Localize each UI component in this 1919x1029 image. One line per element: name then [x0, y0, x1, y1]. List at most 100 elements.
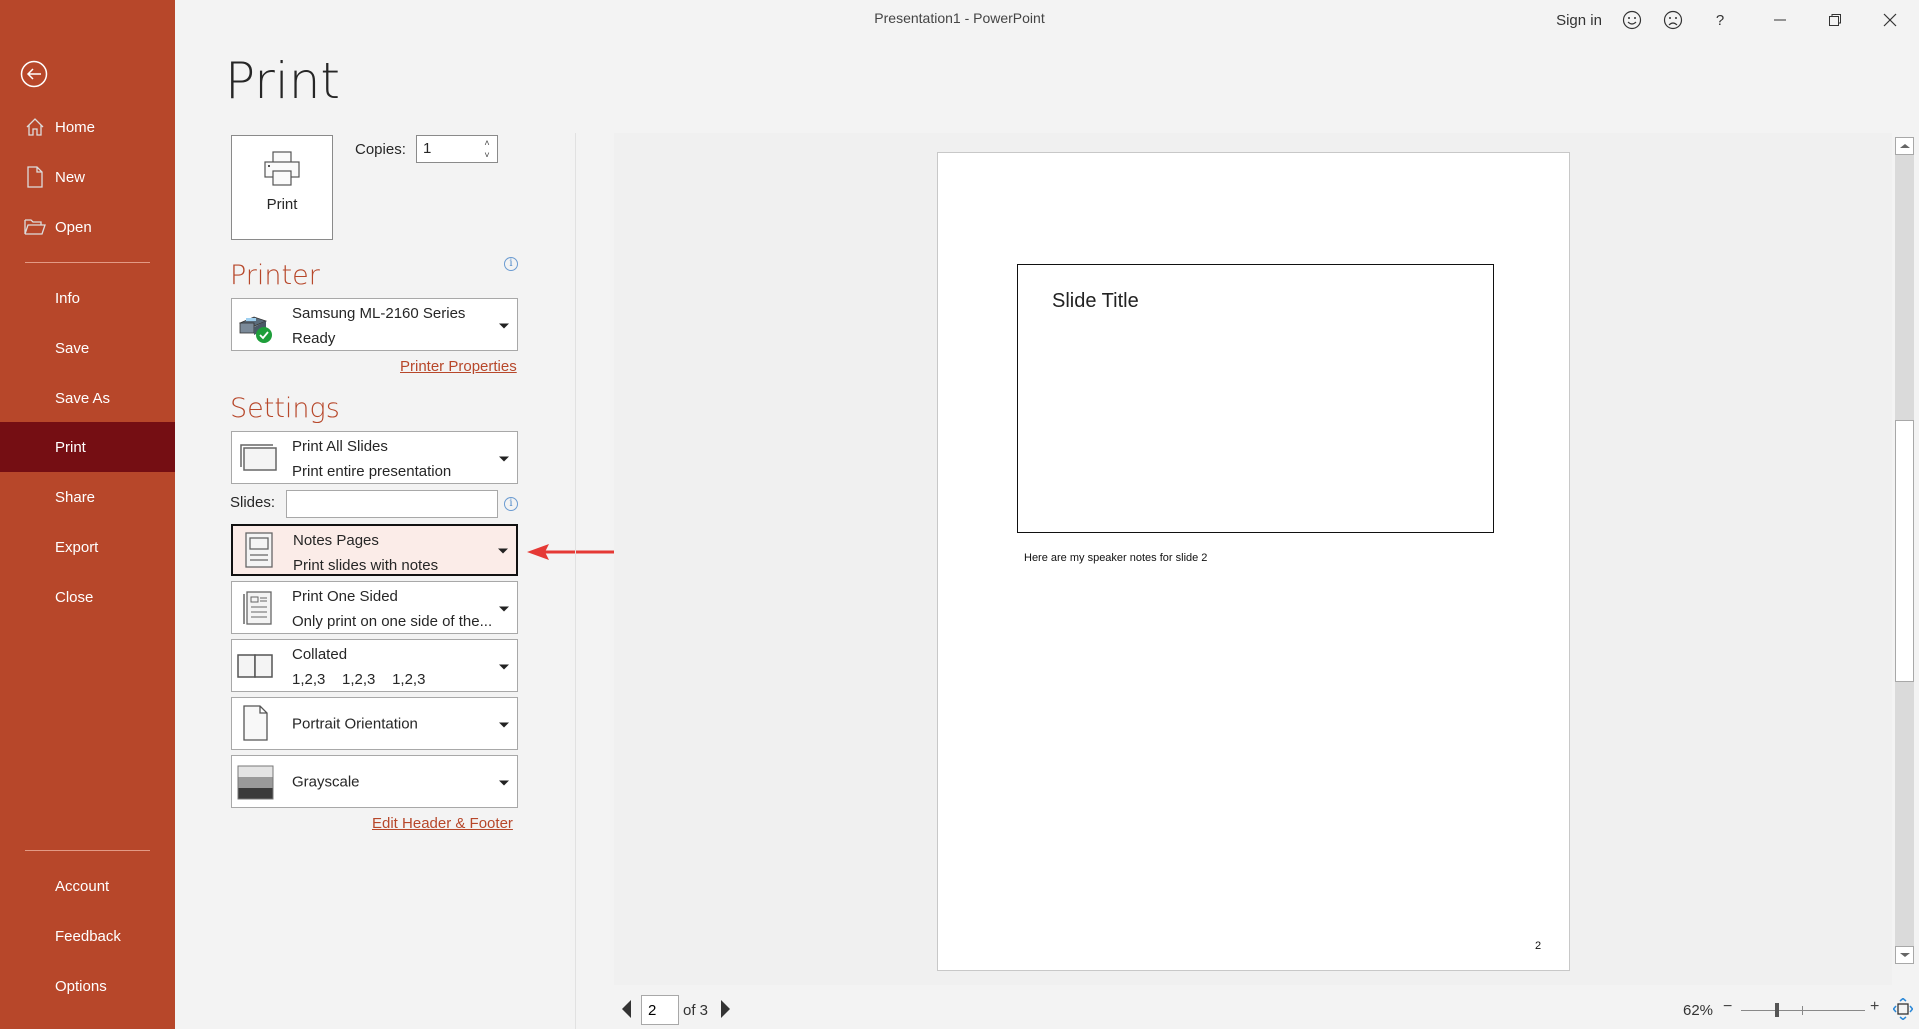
copies-stepper[interactable]: ˄ ˅	[416, 135, 498, 163]
sidebar-item-label: Export	[55, 538, 99, 556]
sidebar-item-feedback[interactable]: Feedback	[0, 911, 175, 961]
chevron-down-icon	[499, 456, 509, 461]
print-button[interactable]: Print	[231, 135, 333, 240]
print-sides-title: Print One Sided	[292, 588, 398, 605]
help-icon[interactable]: ?	[1708, 6, 1732, 34]
zoom-out-icon[interactable]: −	[1723, 998, 1732, 1016]
fit-to-window-icon[interactable]	[1892, 997, 1914, 1021]
info-icon[interactable]: i	[504, 257, 518, 271]
copies-input[interactable]	[423, 140, 473, 157]
sign-in-link[interactable]: Sign in	[1548, 6, 1610, 34]
vertical-scrollbar[interactable]	[1895, 137, 1914, 964]
sidebar-item-label: Account	[55, 877, 110, 895]
print-sides-description: Only print on one side of the...	[292, 613, 493, 630]
sidebar-item-label: Share	[55, 488, 96, 506]
sidebar-item-label: Save	[55, 339, 90, 357]
portrait-page-icon	[236, 702, 280, 746]
grayscale-icon	[236, 760, 280, 804]
sidebar-divider	[25, 850, 150, 851]
collation-description: 1,2,3 1,2,3 1,2,3	[292, 671, 426, 688]
page-title: Print	[225, 52, 341, 110]
printer-properties-link[interactable]: Printer Properties	[400, 358, 517, 375]
scrollbar-thumb[interactable]	[1895, 420, 1914, 682]
copies-label: Copies:	[355, 141, 406, 158]
sidebar-item-options[interactable]: Options	[0, 961, 175, 1011]
color-dropdown[interactable]: Grayscale	[231, 755, 518, 808]
chevron-down-icon	[498, 548, 508, 554]
increment-icon[interactable]: ˄	[481, 137, 493, 149]
sidebar-item-save-as[interactable]: Save As	[0, 373, 175, 423]
sidebar-item-export[interactable]: Export	[0, 522, 175, 572]
print-layout-title: Notes Pages	[293, 532, 379, 549]
collated-icon	[236, 644, 280, 688]
chevron-down-icon	[499, 722, 509, 727]
print-layout-description: Print slides with notes	[293, 557, 439, 574]
edit-header-footer-link[interactable]: Edit Header & Footer	[372, 815, 513, 832]
sidebar-item-home[interactable]: Home	[0, 102, 175, 152]
speaker-notes: Here are my speaker notes for slide 2	[1024, 552, 1208, 564]
scroll-up-icon[interactable]	[1895, 137, 1914, 155]
window-title-text: Presentation1 - PowerPoint	[874, 10, 1045, 26]
print-sides-dropdown[interactable]: Print One Sided Only print on one side o…	[231, 581, 518, 634]
zoom-in-icon[interactable]: +	[1870, 998, 1879, 1016]
collation-title: Collated	[292, 646, 348, 663]
notes-page-icon	[237, 528, 281, 572]
printer-icon	[263, 150, 301, 188]
page-number: 2	[1535, 940, 1542, 952]
sidebar-divider	[25, 262, 150, 263]
chevron-down-icon	[499, 664, 509, 669]
one-sided-icon	[236, 586, 280, 630]
minimize-icon[interactable]	[1765, 6, 1795, 34]
sidebar-item-label: Options	[55, 977, 107, 995]
panel-divider	[575, 133, 576, 1029]
back-arrow-icon[interactable]	[20, 60, 48, 88]
sidebar-item-label: Open	[55, 218, 92, 236]
restore-icon[interactable]	[1820, 6, 1850, 34]
sidebar-item-share[interactable]: Share	[0, 472, 175, 522]
sidebar-item-label: Feedback	[55, 927, 121, 945]
collation-dropdown[interactable]: Collated 1,2,3 1,2,3 1,2,3	[231, 639, 518, 692]
slides-label: Slides:	[230, 494, 276, 511]
printer-dropdown[interactable]: Samsung ML-2160 Series Ready	[231, 298, 518, 351]
sidebar-item-account[interactable]: Account	[0, 861, 175, 911]
printer-ready-icon	[236, 303, 280, 347]
printer-status: Ready	[292, 330, 336, 347]
folder-open-icon	[24, 216, 46, 238]
new-document-icon	[24, 166, 46, 188]
decrement-icon[interactable]: ˅	[481, 149, 493, 161]
chevron-down-icon	[499, 323, 509, 328]
sidebar-item-info[interactable]: Info	[0, 273, 175, 323]
sidebar-item-label: Close	[55, 588, 94, 606]
slides-input[interactable]	[286, 490, 498, 518]
scroll-down-icon[interactable]	[1895, 946, 1914, 964]
chevron-down-icon	[499, 606, 509, 611]
current-page-input[interactable]	[641, 995, 679, 1025]
home-icon	[24, 116, 46, 138]
info-icon[interactable]: i	[504, 497, 518, 511]
printer-heading: Printer	[230, 260, 320, 291]
sidebar-item-save[interactable]: Save	[0, 323, 175, 373]
orientation-label: Portrait Orientation	[292, 715, 418, 732]
print-layout-dropdown[interactable]: Notes Pages Print slides with notes	[231, 524, 518, 576]
zoom-slider-thumb[interactable]	[1775, 1003, 1779, 1017]
sidebar-item-new[interactable]: New	[0, 152, 175, 202]
chevron-down-icon	[499, 780, 509, 785]
next-page-icon[interactable]	[721, 1000, 730, 1018]
sidebar-item-print[interactable]: Print	[0, 422, 175, 472]
print-range-dropdown[interactable]: Print All Slides Print entire presentati…	[231, 431, 518, 484]
frown-icon[interactable]	[1661, 6, 1685, 34]
zoom-slider-center-tick	[1802, 1006, 1803, 1015]
previous-page-icon[interactable]	[622, 1000, 631, 1018]
zoom-slider-track[interactable]	[1741, 1010, 1865, 1011]
orientation-dropdown[interactable]: Portrait Orientation	[231, 697, 518, 750]
close-icon[interactable]	[1875, 6, 1905, 34]
sidebar-item-label: Save As	[55, 389, 111, 407]
sidebar-item-open[interactable]: Open	[0, 202, 175, 252]
print-button-label: Print	[266, 196, 298, 213]
smiley-icon[interactable]	[1620, 6, 1644, 34]
sidebar-item-label: Info	[55, 289, 81, 307]
zoom-percent[interactable]: 62%	[1683, 1002, 1713, 1019]
backstage-sidebar: Home New Open Info Save Save As Print Sh…	[0, 0, 175, 1029]
page-count: of 3	[683, 1002, 709, 1019]
sidebar-item-close[interactable]: Close	[0, 572, 175, 622]
